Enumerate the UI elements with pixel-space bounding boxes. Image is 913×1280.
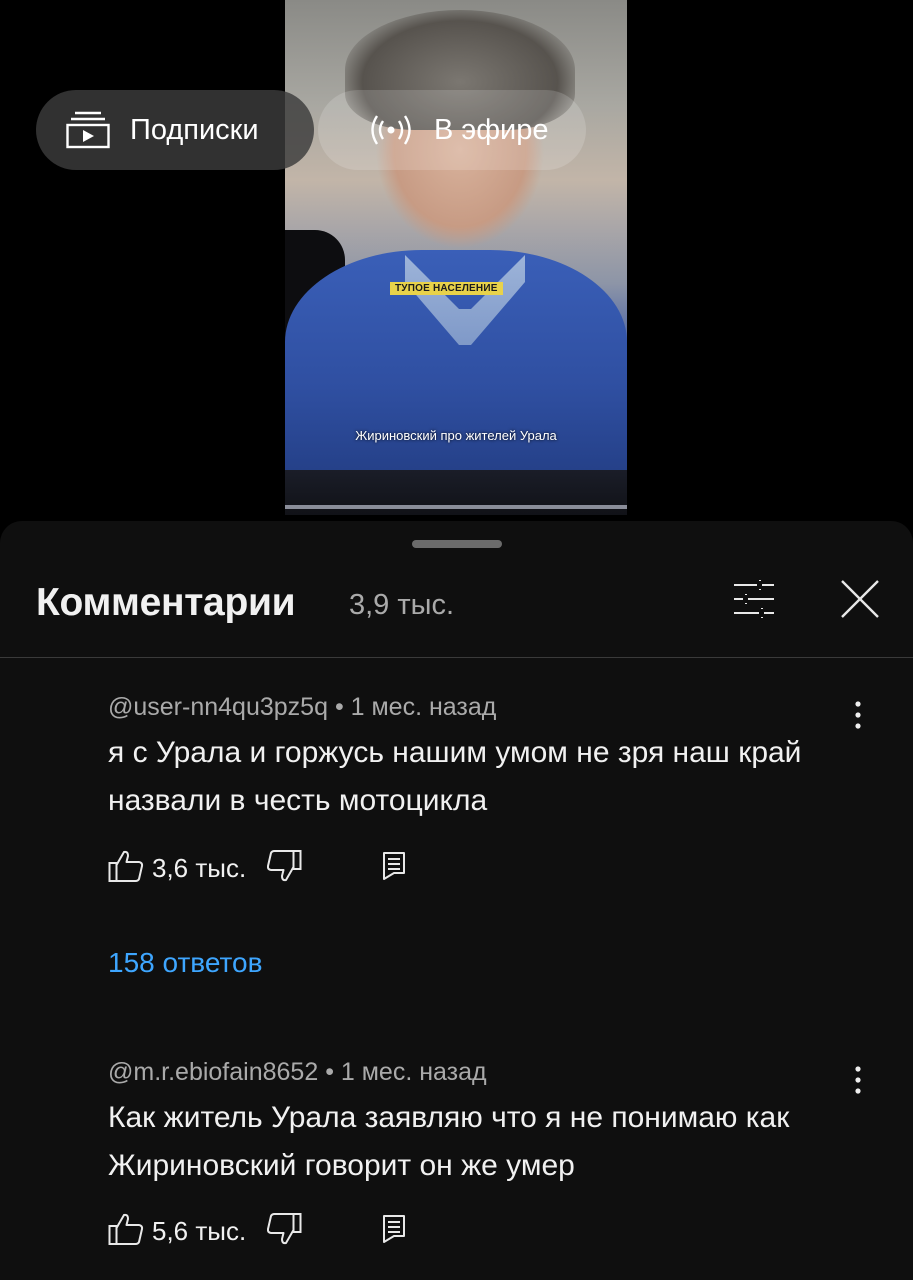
video-player[interactable]: ТУПОЕ НАСЕЛЕНИЕ Жириновский про жителей … bbox=[285, 0, 627, 515]
close-icon bbox=[839, 578, 881, 625]
sort-filter-button[interactable] bbox=[724, 573, 784, 629]
live-broadcast-icon bbox=[368, 114, 414, 146]
thumbs-down-icon bbox=[266, 1212, 302, 1251]
comment-text: я с Урала и горжусь нашим умом не зря на… bbox=[108, 736, 802, 817]
comment-item: @user-nn4qu3pz5q • 1 мес. назад я с Урал… bbox=[0, 693, 913, 993]
comment-actions: 5,6 тыс. bbox=[108, 1212, 406, 1251]
thumbs-up-icon bbox=[108, 1212, 144, 1251]
like-button[interactable]: 5,6 тыс. bbox=[108, 1212, 246, 1251]
dislike-button[interactable] bbox=[266, 1212, 302, 1251]
comment-meta: @user-nn4qu3pz5q • 1 мес. назад bbox=[108, 693, 496, 722]
like-button[interactable]: 3,6 тыс. bbox=[108, 849, 246, 888]
comment-time: 1 мес. назад bbox=[350, 693, 497, 721]
drag-handle[interactable] bbox=[412, 540, 502, 548]
live-chip-label: В эфире bbox=[434, 113, 549, 146]
live-chip[interactable]: В эфире bbox=[318, 90, 586, 170]
meta-separator: • bbox=[334, 693, 351, 721]
comment-author[interactable]: @user-nn4qu3pz5q bbox=[108, 693, 328, 721]
reply-icon bbox=[382, 1214, 406, 1249]
video-caption-overlay: ТУПОЕ НАСЕЛЕНИЕ bbox=[390, 282, 503, 295]
comments-title: Комментарии bbox=[36, 581, 296, 624]
comment-actions: 3,6 тыс. bbox=[108, 849, 406, 888]
video-subtitle: Жириновский про жителей Урала bbox=[355, 428, 557, 443]
comment-author[interactable]: @m.r.ebiofain8652 bbox=[108, 1058, 318, 1086]
comments-count: 3,9 тыс. bbox=[349, 589, 455, 621]
replies-link[interactable]: 158 ответов bbox=[108, 947, 262, 979]
video-stripe bbox=[285, 505, 627, 509]
close-button[interactable] bbox=[830, 573, 890, 629]
reply-button[interactable] bbox=[382, 1214, 406, 1249]
like-count: 5,6 тыс. bbox=[152, 1216, 247, 1246]
comment-text: Как житель Урала заявляю что я не понима… bbox=[108, 1101, 790, 1182]
thumbs-down-icon bbox=[266, 849, 302, 888]
thumbs-up-icon bbox=[108, 849, 144, 888]
sort-filter-icon bbox=[732, 579, 776, 624]
like-count: 3,6 тыс. bbox=[152, 853, 247, 883]
subscriptions-chip[interactable]: Подписки bbox=[36, 90, 314, 170]
reply-button[interactable] bbox=[382, 851, 406, 886]
header-divider bbox=[0, 657, 913, 658]
dislike-button[interactable] bbox=[266, 849, 302, 888]
subscriptions-chip-label: Подписки bbox=[130, 113, 259, 146]
more-vertical-icon bbox=[854, 700, 862, 735]
meta-separator: • bbox=[325, 1058, 341, 1086]
reply-icon bbox=[382, 851, 406, 886]
comments-sheet: Комментарии 3,9 тыс. @user-nn4qu3pz5q • … bbox=[0, 521, 913, 1280]
more-vertical-icon bbox=[854, 1065, 862, 1100]
comment-time: 1 мес. назад bbox=[340, 1058, 487, 1086]
video-area[interactable]: ТУПОЕ НАСЕЛЕНИЕ Жириновский про жителей … bbox=[0, 0, 913, 530]
subscriptions-icon bbox=[66, 111, 110, 149]
comment-item: @m.r.ebiofain8652 • 1 мес. назад Как жит… bbox=[0, 1058, 913, 1278]
comment-meta: @m.r.ebiofain8652 • 1 мес. назад bbox=[108, 1058, 487, 1087]
